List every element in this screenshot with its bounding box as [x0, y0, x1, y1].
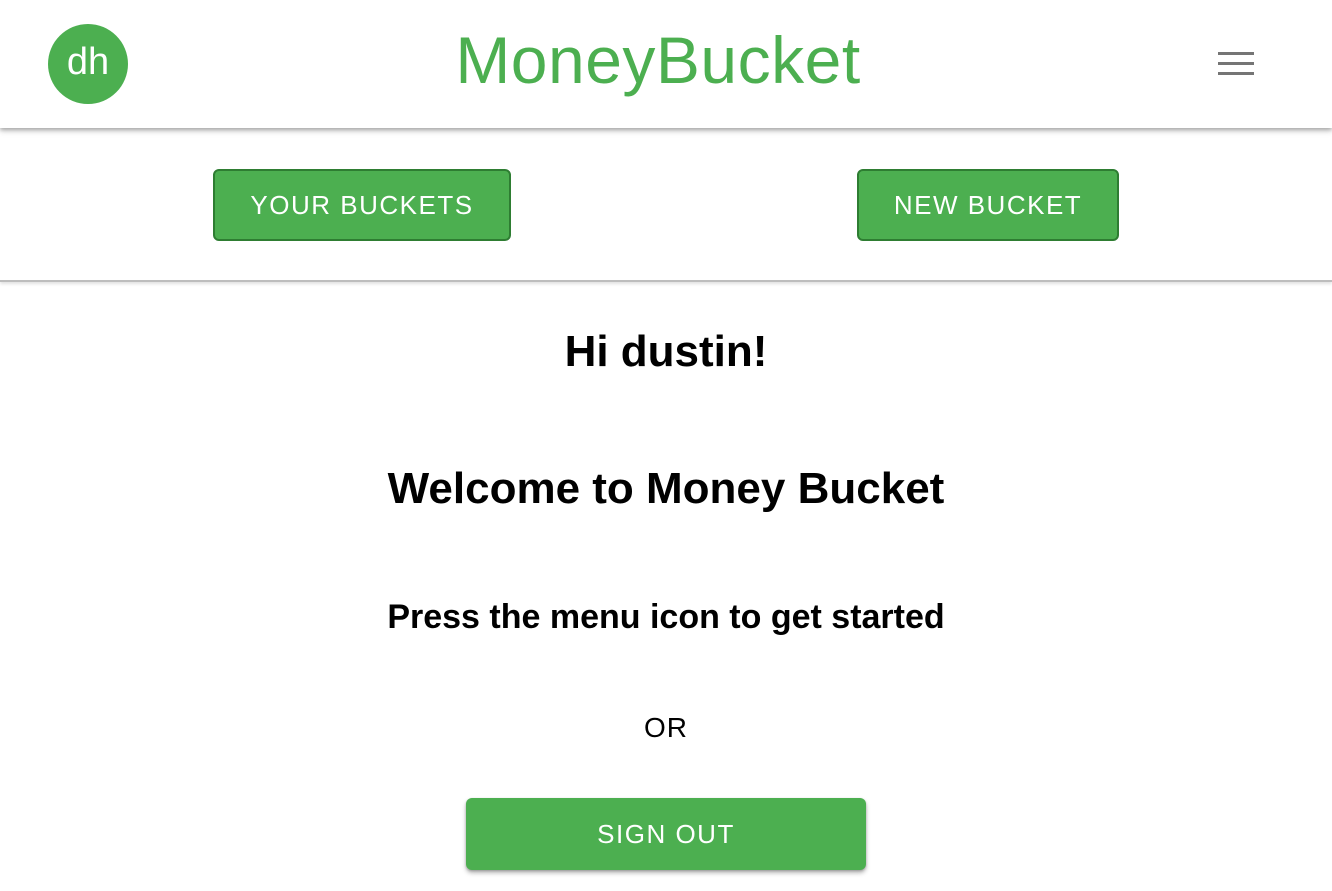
action-bar: YOUR BUCKETS NEW BUCKET	[0, 128, 1332, 282]
instructions-text: Press the menu icon to get started	[387, 598, 945, 636]
sign-out-label: SIGN OUT	[597, 818, 735, 849]
welcome-heading: Welcome to Money Bucket	[387, 464, 945, 513]
sign-out-button[interactable]: SIGN OUT	[466, 798, 866, 870]
new-bucket-label: NEW BUCKET	[893, 189, 1083, 220]
your-buckets-label: YOUR BUCKETS	[250, 189, 474, 220]
greeting-heading: Hi dustin!	[564, 327, 768, 376]
your-buckets-button[interactable]: YOUR BUCKETS	[213, 169, 511, 241]
brand-title: MoneyBucket	[455, 23, 861, 97]
app-bar: dh MoneyBucket	[0, 0, 1332, 128]
hamburger-menu-icon	[1218, 52, 1254, 75]
main-content: Hi dustin! Welcome to Money Bucket Press…	[0, 282, 1332, 891]
or-separator: OR	[644, 712, 688, 743]
new-bucket-button[interactable]: NEW BUCKET	[857, 169, 1119, 241]
menu-button[interactable]	[1210, 44, 1262, 84]
